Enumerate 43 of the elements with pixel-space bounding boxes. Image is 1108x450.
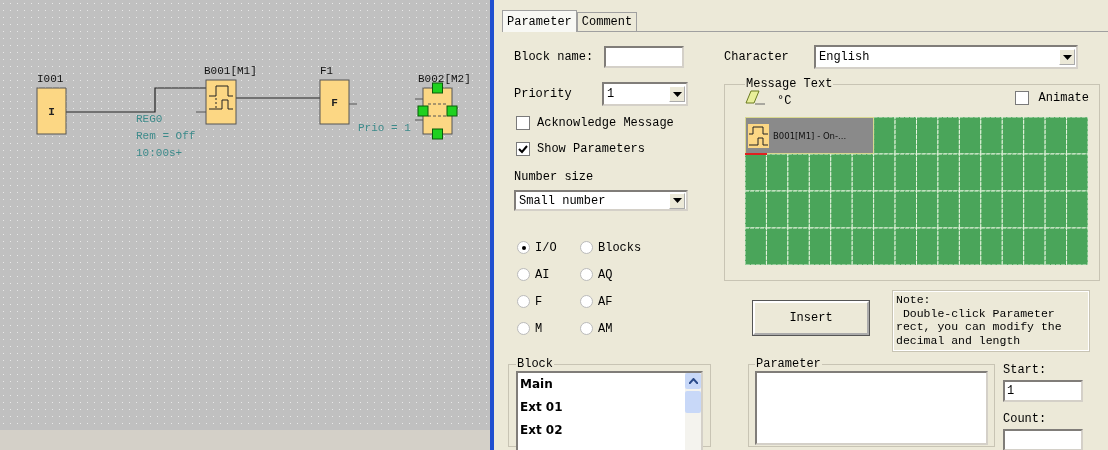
block-label: F1	[320, 65, 334, 77]
block-label: B001[M1]	[204, 65, 257, 77]
block-symbol: I	[48, 106, 55, 118]
block-parameter: 10:00s+	[136, 147, 183, 159]
block-symbol: F	[331, 97, 338, 109]
list-item[interactable]: Ext 01	[520, 400, 683, 423]
list-item[interactable]: Main	[520, 377, 683, 400]
radio-label: M	[535, 321, 543, 336]
tab[interactable]: Parameter	[502, 10, 577, 32]
note-text: Note: Double-click Parameter rect, you can modify the decimal and length	[893, 291, 1089, 351]
radio-label: Blocks	[598, 240, 642, 255]
radio-label: AI	[535, 267, 550, 282]
radio-label: AQ	[598, 267, 613, 282]
radio-label: I/O	[535, 240, 557, 255]
field-label: Start:	[1003, 363, 1048, 377]
list-item[interactable]: Ext 02	[520, 423, 683, 446]
priority-label: Prio = 1	[358, 122, 411, 134]
group-title: Block	[516, 357, 554, 371]
field-label: Character	[724, 50, 790, 64]
insert-button[interactable]: Insert	[753, 301, 869, 335]
checkbox-label: Animate	[1038, 91, 1089, 105]
group-title: Message Text	[745, 77, 834, 91]
field-label: Block name:	[514, 50, 595, 64]
radio-label: F	[535, 294, 543, 309]
block-label: I001	[37, 73, 64, 85]
priority-dropdown[interactable]: 1	[602, 82, 688, 106]
block-parameter: Rem = Off	[136, 130, 196, 142]
block-label: B002[M2]	[418, 73, 471, 85]
checkbox-label: Show Parameters	[537, 142, 646, 156]
radio-label: AM	[598, 321, 613, 336]
degree-celsius-button[interactable]: °C	[777, 94, 792, 108]
field-label: Count:	[1003, 412, 1048, 426]
field-label: Number size	[514, 170, 595, 184]
character-dropdown[interactable]: English	[814, 45, 1078, 69]
parameter-cell[interactable]: B001[M1] - On-...	[745, 117, 874, 154]
number-size-dropdown[interactable]: Small number	[514, 190, 688, 211]
checkbox-label: Acknowledge Message	[537, 116, 674, 130]
tab[interactable]: Comment	[576, 12, 638, 31]
radio-label: AF	[598, 294, 613, 309]
start-field[interactable]: 1	[1003, 380, 1083, 402]
group-title: Parameter	[755, 357, 822, 371]
field-label: Priority	[514, 87, 573, 101]
block-parameter: REG0	[136, 113, 163, 125]
